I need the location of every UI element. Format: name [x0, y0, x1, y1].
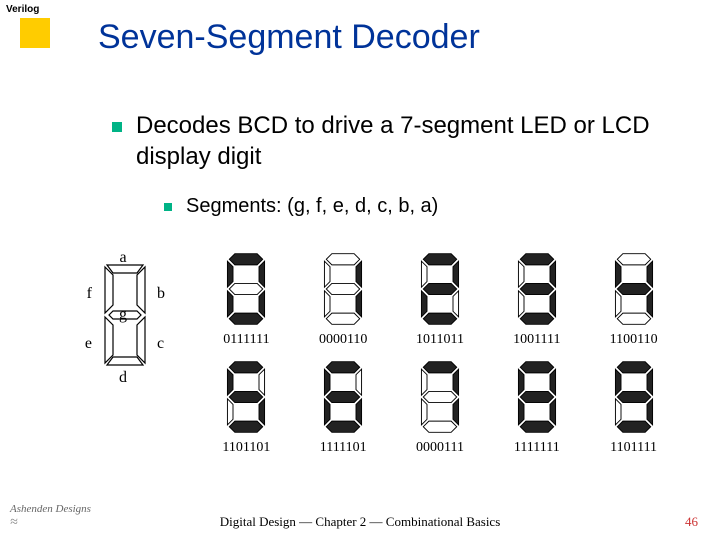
digit-cell: 1001111: [490, 250, 583, 352]
digit-code: 0000110: [319, 332, 367, 348]
main-bullet-row: Decodes BCD to drive a 7-segment LED or …: [112, 110, 700, 172]
digit-code: 1100110: [610, 332, 658, 348]
digit-code: 1011011: [416, 332, 464, 348]
digit-code: 1101111: [610, 440, 657, 456]
digit-code: 0111111: [223, 332, 269, 348]
label-c: c: [157, 335, 164, 352]
sub-bullet-row: Segments: (g, f, e, d, c, b, a): [164, 195, 438, 218]
digit-cell: 1101101: [200, 358, 293, 460]
slide-title: Seven-Segment Decoder: [98, 18, 480, 57]
sub-bullet-text: Segments: (g, f, e, d, c, b, a): [186, 195, 438, 218]
digit-code: 1001111: [513, 332, 560, 348]
segment-diagram: a b c d e f g: [60, 250, 190, 450]
digit-cell: 1101111: [587, 358, 680, 460]
label-b: b: [157, 285, 165, 302]
digit-cell: 1100110: [587, 250, 680, 352]
figure-area: a b c d e f g 0111111 0000110 1011011 10011…: [60, 250, 680, 460]
digit-cell: 1111111: [490, 358, 583, 460]
label-g: g: [119, 306, 127, 323]
accent-square: [20, 18, 50, 48]
slide-header: Verilog: [6, 4, 39, 15]
page-number: 46: [685, 514, 698, 530]
digit-code: 1111111: [514, 440, 560, 456]
main-bullet-text: Decodes BCD to drive a 7-segment LED or …: [136, 110, 700, 172]
digit-code: 0000111: [416, 440, 464, 456]
digit-code: 1101101: [222, 440, 270, 456]
digit-cell: 0111111: [200, 250, 293, 352]
bullet-icon: [112, 122, 122, 132]
digit-cell: 1111101: [297, 358, 390, 460]
label-e: e: [85, 335, 92, 352]
digit-cell: 0000110: [297, 250, 390, 352]
label-f: f: [87, 285, 93, 302]
digit-code: 1111101: [320, 440, 367, 456]
label-a: a: [119, 250, 126, 266]
digit-cell: 1011011: [394, 250, 487, 352]
digits-grid: 0111111 0000110 1011011 1001111 1100110 11011…: [200, 250, 680, 460]
bullet-icon: [164, 203, 172, 211]
digit-cell: 0000111: [394, 358, 487, 460]
label-d: d: [119, 369, 127, 386]
footer-text: Digital Design — Chapter 2 — Combination…: [0, 514, 720, 530]
